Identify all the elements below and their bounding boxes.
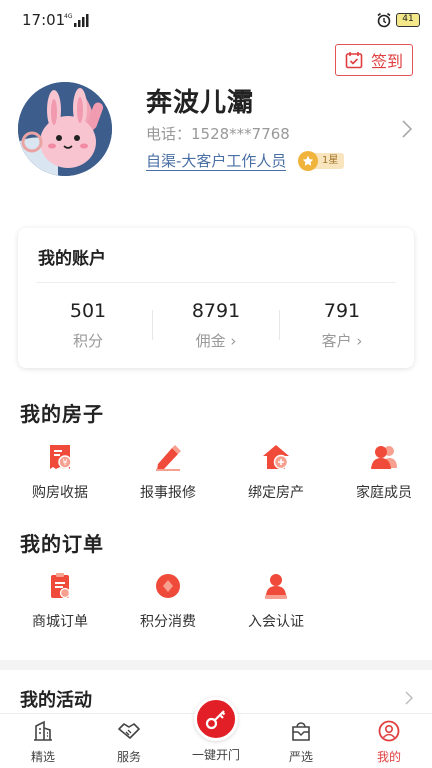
- grid-item-points-spend[interactable]: 积分消费: [114, 571, 222, 631]
- points-coin-icon: [156, 574, 180, 598]
- svg-text:¥: ¥: [62, 458, 67, 467]
- edit-pencil-icon: [156, 445, 181, 471]
- tab-label: 服务: [116, 750, 141, 764]
- grid-label: 家庭成员: [356, 485, 412, 501]
- stat-commission[interactable]: 8791 佣金 ›: [150, 300, 282, 351]
- stat-value: 8791: [191, 300, 241, 322]
- family-members-icon: [371, 446, 397, 469]
- tab-label: 精选: [30, 750, 55, 764]
- orders-section-title: 我的订单: [20, 532, 104, 556]
- avatar-image: [18, 82, 112, 176]
- grid-item-bind-house[interactable]: 绑定房产: [222, 442, 330, 502]
- stat-label: 客户 ›: [321, 332, 363, 350]
- user-phone: 电话：1528***7768: [146, 125, 290, 143]
- user-role-link[interactable]: 自渠-大客户工作人员: [146, 153, 287, 171]
- stat-value: 791: [323, 300, 361, 322]
- avatar[interactable]: [18, 82, 112, 176]
- clipboard-order-icon: [51, 573, 71, 599]
- user-name: 奔波儿灞: [146, 88, 255, 118]
- grid-item-member-certify[interactable]: 入会认证: [222, 571, 330, 631]
- status-time: 17:01: [22, 11, 66, 29]
- stat-points[interactable]: 501 积分: [22, 300, 154, 351]
- account-card: 我的账户 501 积分 8791 佣金 › 791 客户 ›: [18, 228, 414, 368]
- stat-label: 积分: [72, 332, 103, 350]
- alarm-icon: [377, 12, 391, 28]
- stat-customers[interactable]: 791 客户 ›: [276, 300, 408, 351]
- shopping-box-icon: [292, 722, 310, 741]
- grid-item-family[interactable]: 家庭成员: [330, 442, 432, 502]
- level-badge: 1星: [298, 151, 345, 171]
- stat-value: 501: [69, 300, 107, 322]
- activity-section-title[interactable]: 我的活动: [20, 686, 92, 712]
- tab-label: 一键开门: [191, 748, 240, 762]
- receipt-icon: ¥: [50, 445, 72, 469]
- tab-service[interactable]: 服务: [86, 720, 172, 765]
- grid-label: 绑定房产: [248, 485, 304, 501]
- signin-label: 签到: [370, 52, 403, 71]
- grid-label: 购房收据: [32, 485, 88, 501]
- tab-selected[interactable]: 严选: [258, 720, 344, 765]
- calendar-check-icon: [345, 52, 363, 69]
- chevron-right-icon[interactable]: [400, 119, 414, 139]
- one-key-open-button[interactable]: [194, 697, 238, 741]
- grid-label: 积分消费: [140, 614, 196, 630]
- grid-label: 商城订单: [32, 614, 88, 630]
- grid-label: 入会认证: [248, 614, 304, 630]
- stat-label: 佣金 ›: [195, 332, 237, 350]
- tab-label: 严选: [288, 750, 313, 764]
- tab-label: 我的: [376, 750, 401, 764]
- chevron-right-icon[interactable]: [404, 690, 414, 706]
- signin-button[interactable]: 签到: [335, 44, 413, 76]
- building-icon: [34, 720, 52, 741]
- grid-item-mall-orders[interactable]: 商城订单: [6, 571, 114, 631]
- grid-label: 报事报修: [140, 485, 196, 501]
- house-section-title: 我的房子: [20, 402, 104, 426]
- member-certify-icon: [265, 574, 287, 599]
- grid-item-repair[interactable]: 报事报修: [114, 442, 222, 502]
- key-icon: [205, 710, 226, 730]
- handshake-icon: [118, 723, 140, 739]
- tab-featured[interactable]: 精选: [0, 720, 86, 765]
- section-separator: [0, 660, 432, 670]
- grid-item-receipt[interactable]: ¥ 购房收据: [6, 442, 114, 502]
- status-bar: 17:01 4G 41: [0, 0, 432, 40]
- tab-mine[interactable]: 我的: [346, 720, 432, 765]
- star-icon: [298, 151, 318, 171]
- network-type: 4G: [64, 13, 73, 20]
- battery-icon: 41: [396, 13, 420, 27]
- home-link-icon: [263, 445, 289, 470]
- signal-icon: 4G: [64, 13, 89, 27]
- user-circle-icon: [378, 720, 400, 742]
- account-title: 我的账户: [38, 249, 106, 269]
- divider: [36, 282, 396, 283]
